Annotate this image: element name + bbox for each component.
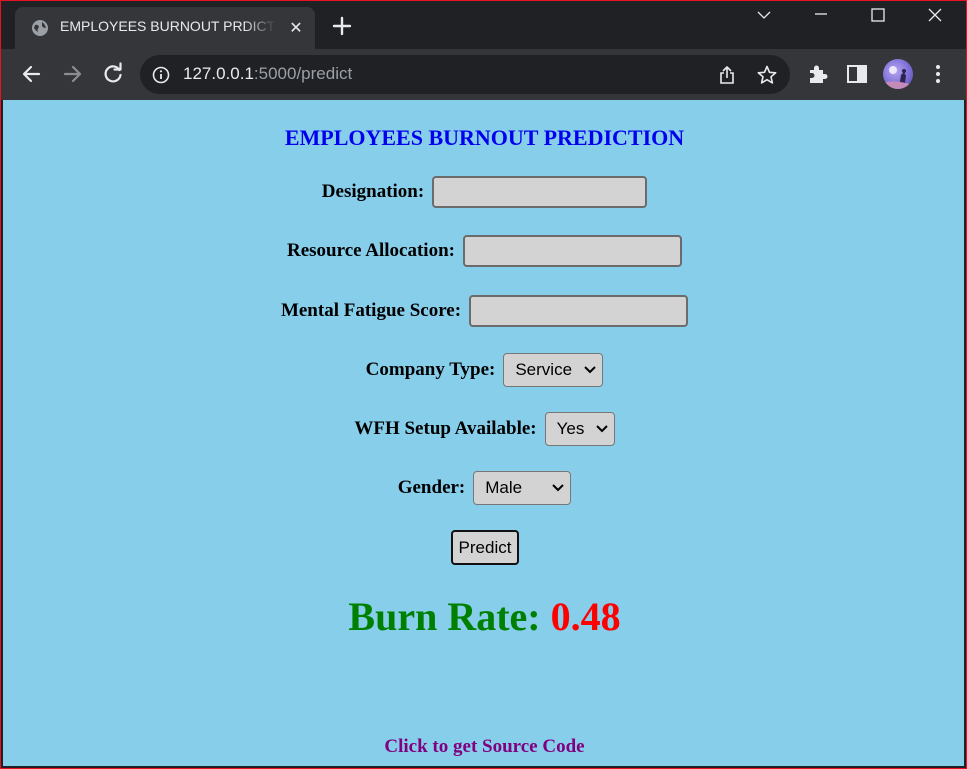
reload-icon[interactable] xyxy=(100,61,126,87)
maximize-icon[interactable] xyxy=(855,1,901,31)
company-type-select[interactable]: Service xyxy=(503,353,604,387)
resource-allocation-input[interactable] xyxy=(463,235,682,267)
back-arrow-icon[interactable] xyxy=(19,61,45,87)
gender-value: Male xyxy=(485,478,523,497)
wfh-setup-select[interactable]: Yes xyxy=(544,412,615,446)
burn-rate-result: Burn Rate: 0.48 xyxy=(3,593,966,640)
designation-row: Designation: xyxy=(3,176,966,208)
browser-window: EMPLOYEES BURNOUT PRDICTION ✕ xyxy=(0,0,967,769)
chevron-down-icon xyxy=(552,484,564,492)
url-text[interactable]: 127.0.0.1:5000/predict xyxy=(183,64,352,84)
gender-select[interactable]: Male xyxy=(473,471,572,505)
gender-row: Gender: Male xyxy=(3,471,966,505)
globe-icon xyxy=(32,20,48,36)
resource-allocation-label: Resource Allocation: xyxy=(287,240,455,261)
active-tab[interactable]: EMPLOYEES BURNOUT PRDICTION ✕ xyxy=(15,7,315,49)
page-content: EMPLOYEES BURNOUT PREDICTION Designation… xyxy=(3,100,964,766)
chevron-down-icon xyxy=(595,425,608,433)
tab-strip: EMPLOYEES BURNOUT PRDICTION ✕ xyxy=(1,1,966,49)
puzzle-icon[interactable] xyxy=(805,61,831,87)
chevron-down-icon[interactable] xyxy=(741,1,787,31)
minimize-icon[interactable] xyxy=(798,1,844,31)
url-host: 127.0.0.1 xyxy=(183,64,254,83)
plus-icon[interactable] xyxy=(329,13,355,39)
url-path: :5000/predict xyxy=(253,64,353,83)
share-icon[interactable] xyxy=(716,64,738,86)
source-code-link[interactable]: Click to get Source Code xyxy=(3,736,966,758)
tab-title: EMPLOYEES BURNOUT PRDICTION xyxy=(60,18,276,34)
gender-label: Gender: xyxy=(397,477,466,498)
burn-rate-value: 0.48 xyxy=(550,594,621,639)
resource-allocation-row: Resource Allocation: xyxy=(3,235,966,267)
address-bar[interactable]: 127.0.0.1:5000/predict xyxy=(140,55,790,94)
designation-input[interactable] xyxy=(432,176,648,208)
wfh-setup-value: Yes xyxy=(556,419,585,438)
browser-toolbar: 127.0.0.1:5000/predict xyxy=(1,49,966,100)
company-type-value: Service xyxy=(515,360,573,379)
mental-fatigue-label: Mental Fatigue Score: xyxy=(280,300,462,321)
close-icon[interactable] xyxy=(912,1,958,31)
kebab-menu-icon[interactable] xyxy=(925,61,951,87)
predict-button[interactable]: Predict xyxy=(451,530,519,565)
chevron-down-icon xyxy=(584,366,597,374)
page-title: EMPLOYEES BURNOUT PREDICTION xyxy=(284,125,685,150)
mental-fatigue-input[interactable] xyxy=(469,295,689,327)
designation-label: Designation: xyxy=(321,181,425,202)
profile-avatar[interactable] xyxy=(883,59,913,89)
wfh-setup-row: WFH Setup Available: Yes xyxy=(3,412,966,446)
burn-rate-label: Burn Rate: xyxy=(348,594,541,639)
close-icon[interactable]: ✕ xyxy=(285,17,307,39)
forward-arrow-icon[interactable] xyxy=(59,61,85,87)
info-icon[interactable] xyxy=(152,66,170,84)
mental-fatigue-row: Mental Fatigue Score: xyxy=(3,295,966,327)
star-icon[interactable] xyxy=(756,64,778,86)
company-type-row: Company Type: Service xyxy=(3,353,966,387)
company-type-label: Company Type: xyxy=(365,359,496,380)
avatar-icon xyxy=(883,66,913,89)
wfh-setup-label: WFH Setup Available: xyxy=(354,418,537,439)
side-panel-icon[interactable] xyxy=(844,61,870,87)
